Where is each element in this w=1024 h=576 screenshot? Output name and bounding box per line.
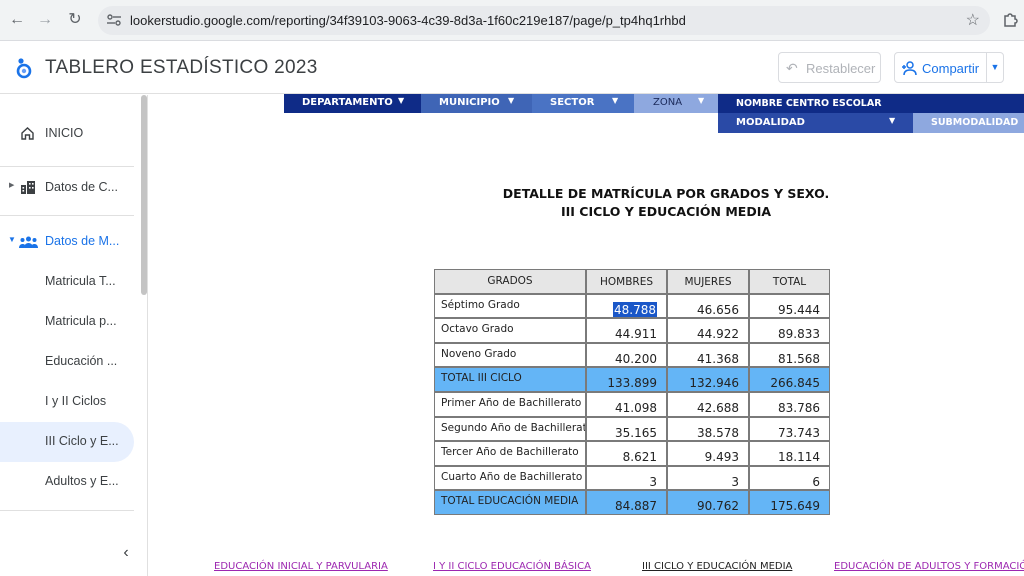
table-cell-total[interactable]: 18.114 [749, 441, 830, 466]
link-educacion-inicial[interactable]: EDUCACIÓN INICIAL Y PARVULARIA [214, 561, 388, 572]
forward-icon[interactable]: → [34, 9, 56, 31]
table-cell-hombres[interactable]: 44.911 [586, 318, 667, 343]
selected-text[interactable]: 48.788 [613, 302, 657, 317]
link-iii-ciclo[interactable]: III CICLO Y EDUCACIÓN MEDIA [642, 561, 792, 572]
filter-sector[interactable]: SECTOR ▼ [532, 94, 634, 113]
table-cell-hombres[interactable]: 35.165 [586, 417, 667, 441]
sidebar-item-matricula-total[interactable]: Matricula T... [0, 262, 134, 302]
address-bar[interactable]: lookerstudio.google.com/reporting/34f391… [98, 6, 990, 35]
filter-modalidad[interactable]: MODALIDAD ▼ [718, 113, 913, 133]
table-cell-mujeres[interactable]: 46.656 [667, 294, 749, 318]
looker-studio-logo-icon[interactable] [14, 56, 34, 80]
total-cell-total[interactable]: 175.649 [749, 490, 830, 515]
column-header-hombres[interactable]: HOMBRES [586, 269, 667, 294]
sidebar-item-educacion[interactable]: Educación ... [0, 342, 134, 382]
total-row-label[interactable]: TOTAL EDUCACIÓN MEDIA [434, 490, 586, 515]
table-cell-total[interactable]: 95.444 [749, 294, 830, 318]
table-cell-grado[interactable]: Noveno Grado [434, 343, 586, 367]
table-cell-hombres[interactable]: 48.788 [586, 294, 667, 318]
total-cell-mujeres[interactable]: 132.946 [667, 367, 749, 392]
extensions-icon[interactable] [1002, 10, 1020, 28]
table-cell-total[interactable]: 73.743 [749, 417, 830, 441]
table-cell-mujeres[interactable]: 3 [667, 466, 749, 490]
table-cell-mujeres[interactable]: 42.688 [667, 392, 749, 417]
table-title-line-1: DETALLE DE MATRÍCULA POR GRADOS Y SEXO. [502, 186, 830, 201]
home-icon [21, 127, 34, 140]
page-navigation-sidebar: INICIO ▶ Datos de C... ▼ Datos de M... M… [0, 95, 148, 576]
sidebar-item-adultos[interactable]: Adultos y E... [0, 462, 134, 502]
table-cell-mujeres[interactable]: 44.922 [667, 318, 749, 343]
total-cell-hombres[interactable]: 133.899 [586, 367, 667, 392]
dropdown-arrow-icon: ▼ [698, 96, 705, 105]
sidebar-item-datos-centros[interactable]: ▶ Datos de C... [0, 168, 134, 208]
dropdown-arrow-icon: ▼ [612, 96, 619, 105]
total-cell-total[interactable]: 266.845 [749, 367, 830, 392]
table-cell-grado[interactable]: Séptimo Grado [434, 294, 586, 318]
table-cell-total[interactable]: 83.786 [749, 392, 830, 417]
total-row-label[interactable]: TOTAL III CICLO [434, 367, 586, 392]
collapse-arrow-icon[interactable]: ▼ [8, 235, 16, 244]
reload-icon[interactable]: ↻ [64, 9, 86, 31]
table-cell-total[interactable]: 89.833 [749, 318, 830, 343]
link-i-ii-ciclo[interactable]: I Y II CICLO EDUCACIÓN BÁSICA [433, 561, 591, 572]
filter-submodalidad[interactable]: SUBMODALIDAD [913, 113, 1024, 133]
sidebar-item-matricula-por[interactable]: Matricula p... [0, 302, 134, 342]
dropdown-arrow-icon: ▼ [398, 96, 405, 105]
table-cell-hombres[interactable]: 40.200 [586, 343, 667, 367]
link-educacion-adultos[interactable]: EDUCACIÓN DE ADULTOS Y FORMACIÓ [834, 561, 1024, 572]
collapse-sidebar-chevron-icon[interactable]: ‹ [116, 544, 136, 562]
sidebar-item-iii-ciclo[interactable]: III Ciclo y E... [0, 422, 134, 462]
sidebar-item-i-ii-ciclos[interactable]: I y II Ciclos [0, 382, 134, 422]
app-header: TABLERO ESTADÍSTICO 2023 ↶ Restablecer C… [0, 41, 1024, 94]
reset-button[interactable]: ↶ Restablecer [778, 52, 881, 83]
table-cell-hombres[interactable]: 8.621 [586, 441, 667, 466]
sidebar-item-inicio[interactable]: INICIO [0, 114, 134, 154]
site-settings-icon[interactable] [106, 13, 122, 27]
column-header-total[interactable]: TOTAL [749, 269, 830, 294]
filter-zona[interactable]: ZONA ▼ [634, 94, 718, 113]
table-cell-total[interactable]: 6 [749, 466, 830, 490]
report-title: TABLERO ESTADÍSTICO 2023 [45, 57, 318, 78]
sidebar-item-datos-matricula[interactable]: ▼ Datos de M... [0, 222, 134, 262]
table-cell-grado[interactable]: Octavo Grado [434, 318, 586, 343]
table-cell-hombres[interactable]: 3 [586, 466, 667, 490]
table-cell-grado[interactable]: Cuarto Año de Bachillerato [434, 466, 586, 490]
table-cell-grado[interactable]: Tercer Año de Bachillerato [434, 441, 586, 466]
dropdown-arrow-icon: ▼ [889, 116, 896, 125]
total-cell-hombres[interactable]: 84.887 [586, 490, 667, 515]
building-icon [21, 181, 35, 194]
expand-arrow-icon[interactable]: ▶ [9, 181, 14, 189]
share-button[interactable]: Compartir [894, 52, 987, 83]
table-cell-mujeres[interactable]: 41.368 [667, 343, 749, 367]
table-cell-grado[interactable]: Segundo Año de Bachillerato [434, 417, 586, 441]
table-cell-mujeres[interactable]: 38.578 [667, 417, 749, 441]
column-header-grados[interactable]: GRADOS [434, 269, 586, 294]
filter-departamento[interactable]: DEPARTAMENTO ▼ [284, 94, 421, 113]
table-cell-grado[interactable]: Primer Año de Bachillerato [434, 392, 586, 417]
share-dropdown-button[interactable]: ▼ [986, 52, 1004, 83]
table-cell-total[interactable]: 81.568 [749, 343, 830, 367]
back-icon[interactable]: ← [6, 9, 28, 31]
filter-nombre-centro-escolar[interactable]: NOMBRE CENTRO ESCOLAR [718, 94, 1024, 113]
bookmark-star-icon[interactable]: ☆ [966, 10, 980, 30]
browser-toolbar: ← → ↻ lookerstudio.google.com/reporting/… [0, 0, 1024, 41]
column-header-mujeres[interactable]: MUJERES [667, 269, 749, 294]
url-text[interactable]: lookerstudio.google.com/reporting/34f391… [130, 13, 686, 28]
table-cell-hombres[interactable]: 41.098 [586, 392, 667, 417]
people-icon [19, 236, 38, 248]
table-title-line-2: III CICLO Y EDUCACIÓN MEDIA [560, 204, 772, 219]
dropdown-arrow-icon: ▼ [508, 96, 515, 105]
filter-municipio[interactable]: MUNICIPIO ▼ [421, 94, 532, 113]
sidebar-divider [0, 510, 134, 511]
table-cell-mujeres[interactable]: 9.493 [667, 441, 749, 466]
sidebar-scrollbar[interactable] [141, 95, 147, 295]
add-person-icon [902, 61, 917, 76]
total-cell-mujeres[interactable]: 90.762 [667, 490, 749, 515]
sidebar-divider [0, 166, 134, 167]
sidebar-divider [0, 215, 134, 216]
undo-icon: ↶ [786, 60, 798, 76]
